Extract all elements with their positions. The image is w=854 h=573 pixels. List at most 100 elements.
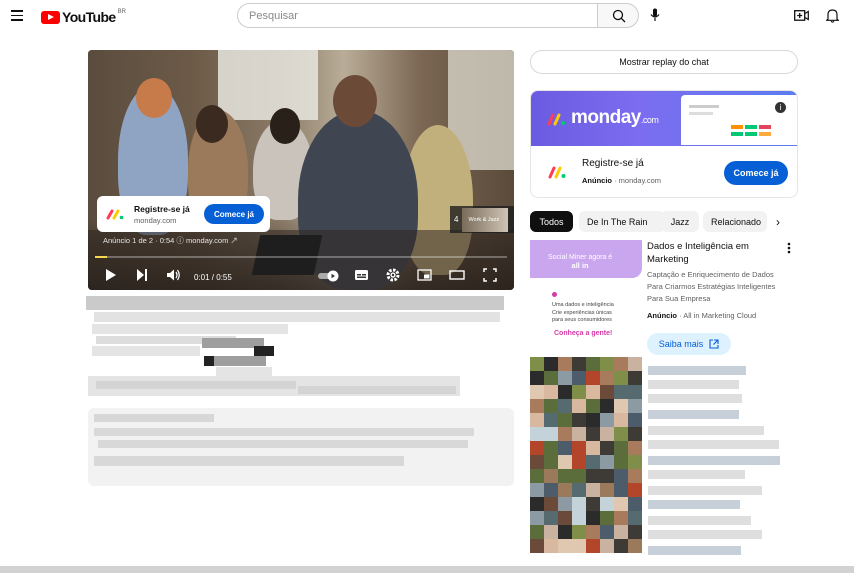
thumbnail-pixel [572,539,586,553]
thumbnail-pixel [572,413,586,427]
thumbnail-pixel [530,483,544,497]
thumbnail-pixel [544,385,558,399]
search-button[interactable] [597,3,639,28]
logo-region: BR [117,9,126,15]
blurred-text-line [648,516,751,525]
blurred-text-line [648,470,745,479]
thumbnail-pixel [600,497,614,511]
thumbnail-pixel [572,469,586,483]
youtube-logo[interactable]: YouTube BR [41,9,126,25]
thumbnail-pixel [572,455,586,469]
thumbnail-pixel [586,455,600,469]
show-chat-replay-button[interactable]: Mostrar replay do chat [530,50,798,74]
blurred-text-line [648,394,742,403]
video-player[interactable]: Registre-se já monday.com Comece já Anún… [88,50,514,290]
thumbnail-pixel [586,497,600,511]
thumbnail-pixel [530,441,544,455]
thumbnail-pixel [558,371,572,385]
mic-icon[interactable] [650,8,660,22]
sponsor-meta: Anúncio · monday.com [582,176,662,185]
search-placeholder: Pesquisar [249,9,298,22]
settings-gear-icon[interactable] [386,268,400,282]
subtitles-icon[interactable] [354,268,369,282]
thumbnail-pixel [628,511,642,525]
monday-logo-icon [548,166,566,179]
ad-video-advertiser: All in Marketing Cloud [683,311,757,320]
thumbnail-pixel [614,539,628,553]
thumbnail-pixel [530,525,544,539]
thumbnail-pixel [600,525,614,539]
video-person [270,108,300,144]
ad-thumb-line1: Social Miner agora é [548,254,613,261]
blurred-text-line [648,380,739,389]
thumbnail-pixel [544,357,558,371]
fullscreen-icon[interactable] [483,268,497,282]
ad-video-cta-label: Saiba mais [658,339,704,349]
progress-fill [95,256,108,258]
autoplay-toggle-icon[interactable] [318,270,340,282]
ad-video-cta-button[interactable]: Saiba mais [647,333,731,355]
info-icon[interactable]: i [774,101,787,114]
thumbnail-pixel [572,399,586,413]
video-description-blurred[interactable] [88,408,514,486]
filter-chips: Todos De In The Rain Jazz Relacionado › [530,211,798,233]
bell-icon[interactable] [826,8,839,23]
ad-video-title[interactable]: Dados e Inteligência em Marketing [647,240,787,266]
search-input[interactable]: Pesquisar [237,3,597,28]
thumbnail-pixel [628,469,642,483]
thumbnail-pixel [558,413,572,427]
ad-cta-button[interactable]: Comece já [204,204,264,224]
thumbnail-pixel [530,413,544,427]
sponsor-banner: monday.com i [531,91,797,146]
chip-jazz[interactable]: Jazz [661,211,699,232]
thumbnail-pixel [544,455,558,469]
video-person [136,78,172,118]
ad-thumb-body: Crie experiências únicas [552,310,612,316]
ad-info-text[interactable]: Anúncio 1 de 2 · 0:54 ⓘ monday.com ↗ [103,235,238,246]
ad-title: Registre-se já [134,203,190,214]
thumbnail-pixel [544,525,558,539]
theater-mode-icon[interactable] [449,268,465,282]
menu-icon[interactable] [11,10,23,21]
next-icon[interactable] [136,268,148,282]
next-ad-thumbnail: Work & Jazz [462,207,509,232]
thumbnail-pixel [572,525,586,539]
play-icon[interactable] [105,268,117,282]
blurred-text-line [648,366,746,375]
thumbnail-pixel [614,371,628,385]
blurred-text-line [648,440,779,449]
thumbnail-pixel [544,497,558,511]
progress-bar[interactable] [95,256,507,258]
next-ad-preview[interactable]: 4 Work & Jazz [450,206,514,233]
thumbnail-pixel [544,441,558,455]
thumbnail-pixel [572,357,586,371]
sponsor-cta-button[interactable]: Comece já [724,161,788,185]
thumbnail-pixel [530,371,544,385]
ad-video-thumbnail[interactable]: Social Miner agora é all in Uma dados e i… [530,240,642,344]
ad-overlay-card[interactable]: Registre-se já monday.com Comece já [97,196,270,232]
thumbnail-pixel [586,483,600,497]
thumbnail-pixel [614,469,628,483]
create-icon[interactable] [794,9,809,22]
thumbnail-pixel [530,385,544,399]
sponsored-card[interactable]: monday.com i Registre-se já Anúncio · mo… [530,90,798,198]
volume-icon[interactable] [166,268,181,282]
monday-logo-icon [547,113,565,126]
blurred-text-line [648,500,740,509]
miniplayer-icon[interactable] [417,268,432,282]
more-options-icon[interactable] [787,242,791,254]
chevron-right-icon[interactable]: › [776,215,780,229]
recommended-thumbnails-blurred[interactable] [530,357,642,563]
thumbnail-pixel [614,413,628,427]
chip-rain[interactable]: De In The Rain [579,211,665,232]
thumbnail-pixel [544,539,558,553]
thumbnail-pixel [544,469,558,483]
sponsor-brand: monday.com [571,107,659,129]
thumbnail-pixel [558,511,572,525]
thumbnail-pixel [558,469,572,483]
horizontal-scrollbar[interactable] [0,566,854,573]
thumbnail-pixel [628,455,642,469]
chip-todos[interactable]: Todos [530,211,573,232]
sponsor-ad-label: Anúncio [582,176,612,185]
chip-relacionado[interactable]: Relacionado [703,211,767,232]
